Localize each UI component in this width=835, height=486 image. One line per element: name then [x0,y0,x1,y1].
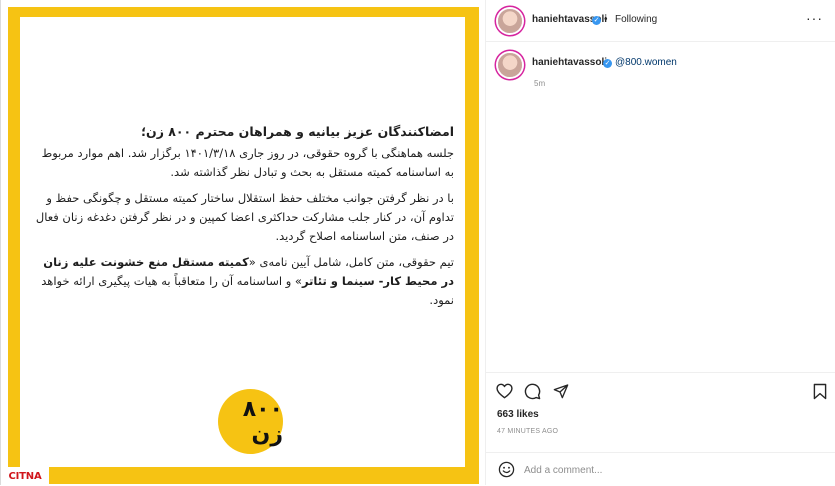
verified-badge-icon: ✓ [592,16,601,25]
caption-verified-icon: ✓ [603,59,612,68]
paragraph-3-start: تیم حقوقی، متن کامل، شامل آیین نامه‌ی « [248,255,454,269]
share-icon[interactable] [553,383,569,399]
logo-text: ۸۰۰ زن [242,396,283,447]
800-women-logo: ۸۰۰ زن [218,389,283,454]
bookmark-icon[interactable] [813,383,827,400]
author-avatar[interactable] [498,9,522,33]
caption-avatar[interactable] [498,53,522,77]
announcement-paragraph-3: تیم حقوقی، متن کامل، شامل آیین نامه‌ی «ک… [34,253,454,310]
comment-icon[interactable] [524,383,541,400]
comment-bar [486,452,835,486]
post-timestamp: 47 MINUTES AGO [497,428,559,435]
post-header: haniehtavassoli ✓ • Following ··· [486,0,835,42]
more-options-icon[interactable]: ··· [806,10,823,26]
announcement-text: امضاکنندگان عزیز بیانیه و همراهان محترم … [34,122,454,317]
comment-input[interactable] [524,461,754,479]
announcement-paragraph-1: جلسه هماهنگی با گروه حقوقی، در روز جاری … [41,146,454,179]
separator-dot: • [604,14,608,25]
likes-count[interactable]: 663 likes [497,409,539,420]
caption-time: 5m [534,79,546,88]
announcement-card: امضاکنندگان عزیز بیانیه و همراهان محترم … [20,17,465,467]
following-button[interactable]: Following [615,14,657,25]
caption-mention-link[interactable]: @800.women [615,57,677,68]
announcement-heading: امضاکنندگان عزیز بیانیه و همراهان محترم … [141,124,454,139]
post-actions: 663 likes 47 MINUTES AGO [486,372,835,485]
citna-watermark: CITNA [1,467,49,485]
emoji-icon[interactable] [498,461,515,478]
caption-username[interactable]: haniehtavassoli [532,57,607,68]
post-details-panel: haniehtavassoli ✓ • Following ··· hanieh… [485,0,835,485]
instagram-post-modal: امضاکنندگان عزیز بیانیه و همراهان محترم … [0,0,835,485]
heart-icon[interactable] [496,383,513,399]
announcement-paragraph-2: با در نظر گرفتن جوانب مختلف حفظ استقلال … [35,191,454,243]
post-image: امضاکنندگان عزیز بیانیه و همراهان محترم … [1,0,485,485]
